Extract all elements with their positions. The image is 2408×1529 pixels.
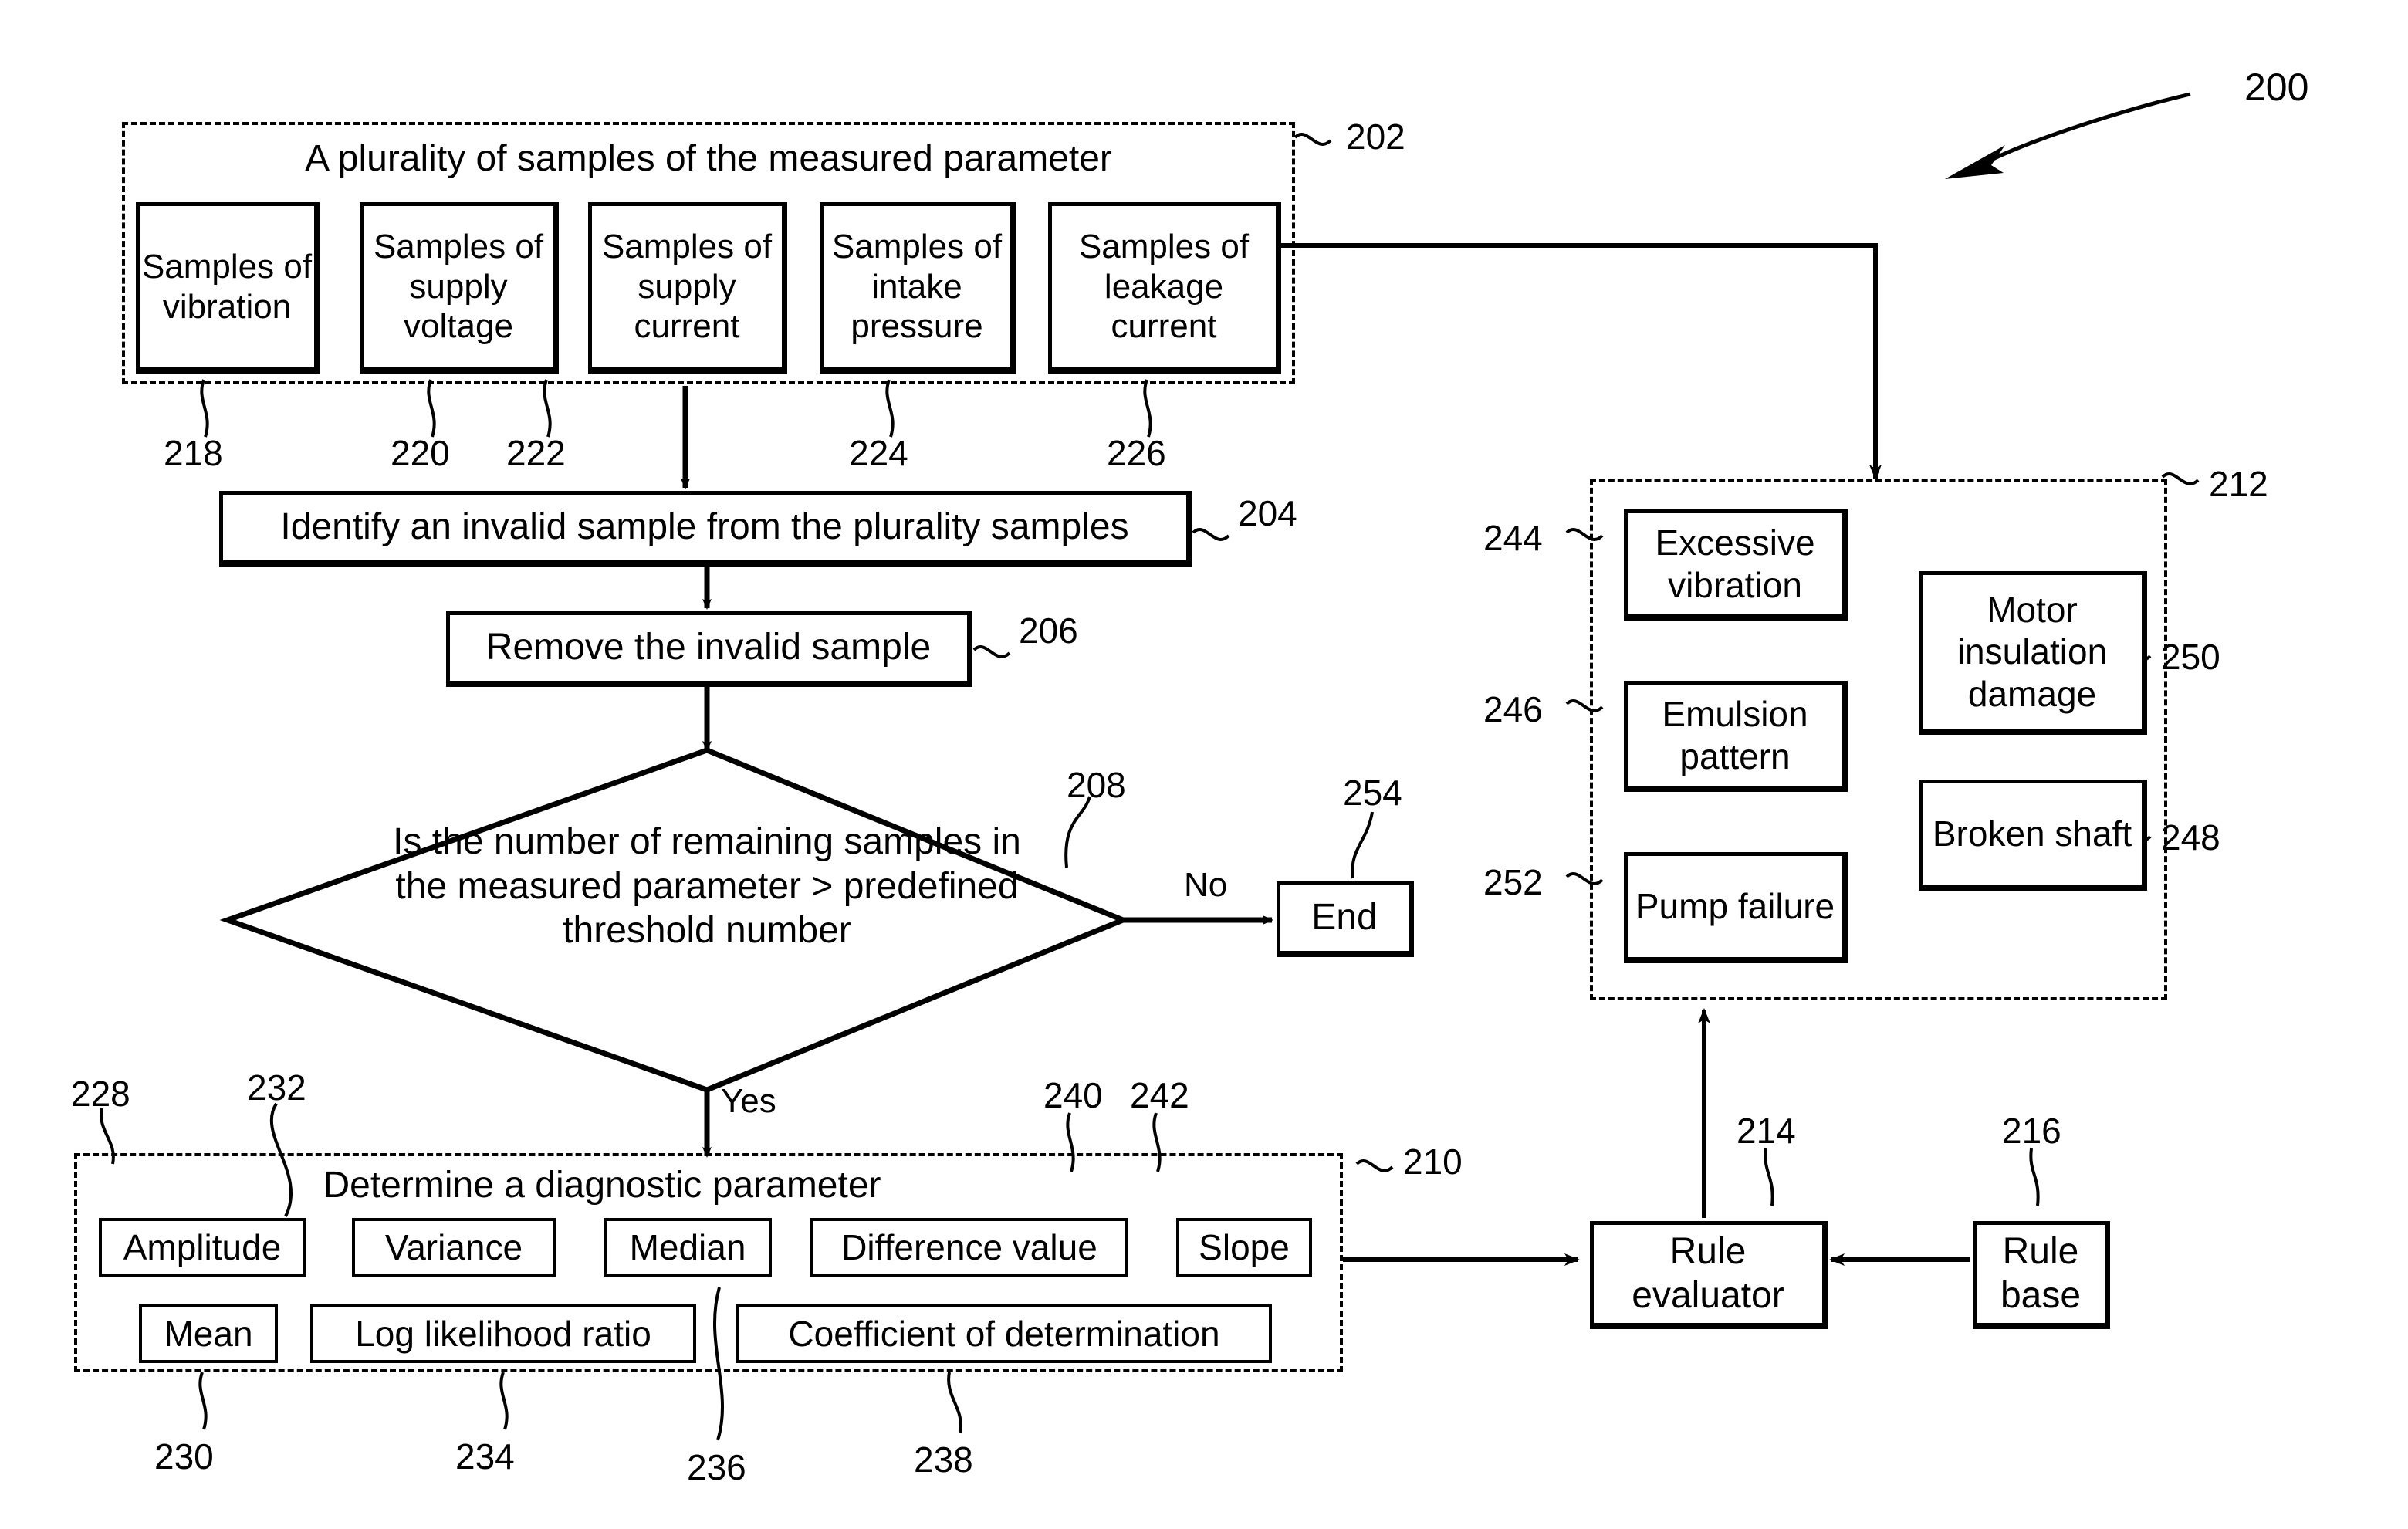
rule-evaluator-box[interactable]: Rule evaluator bbox=[1590, 1221, 1828, 1329]
diagnostic-box-difference-value[interactable]: Difference value bbox=[810, 1218, 1128, 1277]
samples-box-vibration-label: Samples of vibration bbox=[141, 247, 313, 326]
diagnostic-box-coefficient-of-determination-label: Coefficient of determination bbox=[788, 1313, 1220, 1354]
diagnostic-box-variance[interactable]: Variance bbox=[352, 1218, 556, 1277]
step-end[interactable]: End bbox=[1277, 881, 1414, 957]
ref-208: 208 bbox=[1067, 765, 1126, 805]
diagnostic-box-variance-label: Variance bbox=[384, 1226, 523, 1267]
fault-box-excessive-vibration-label: Excessive vibration bbox=[1655, 523, 1815, 605]
samples-box-supply-current[interactable]: Samples of supply current bbox=[588, 202, 787, 374]
diagnostic-box-amplitude[interactable]: Amplitude bbox=[99, 1218, 306, 1277]
ref-202: 202 bbox=[1346, 117, 1405, 157]
step-remove-invalid-sample-label: Remove the invalid sample bbox=[485, 627, 932, 668]
diagnostic-box-log-likelihood-ratio-label: Log likelihood ratio bbox=[355, 1313, 651, 1354]
ref-250: 250 bbox=[2161, 637, 2220, 677]
diagnostic-box-median[interactable]: Median bbox=[604, 1218, 772, 1277]
ref-230: 230 bbox=[154, 1436, 214, 1477]
diagnostic-box-coefficient-of-determination[interactable]: Coefficient of determination bbox=[736, 1304, 1272, 1363]
ref-254: 254 bbox=[1343, 773, 1402, 813]
ref-216: 216 bbox=[2002, 1111, 2061, 1151]
diagnostic-box-mean[interactable]: Mean bbox=[139, 1304, 278, 1363]
ref-248: 248 bbox=[2161, 817, 2220, 858]
ref-244: 244 bbox=[1483, 518, 1543, 558]
samples-box-vibration[interactable]: Samples of vibration bbox=[136, 202, 320, 374]
ref-242: 242 bbox=[1130, 1075, 1189, 1115]
fault-box-emulsion-pattern-label: Emulsion pattern bbox=[1662, 694, 1808, 776]
samples-box-supply-current-label: Samples of supply current bbox=[601, 227, 773, 346]
ref-206: 206 bbox=[1019, 611, 1078, 651]
rule-base-label: Rule base bbox=[2000, 1230, 2082, 1316]
fault-box-excessive-vibration[interactable]: Excessive vibration bbox=[1624, 509, 1848, 621]
decision-yes-branch-label: Yes bbox=[721, 1082, 776, 1120]
ref-220: 220 bbox=[391, 433, 450, 473]
fault-box-motor-insulation-damage[interactable]: Motor insulation damage bbox=[1919, 571, 2147, 735]
step-remove-invalid-sample[interactable]: Remove the invalid sample bbox=[446, 611, 972, 687]
diagnostic-box-slope-label: Slope bbox=[1199, 1226, 1290, 1267]
samples-box-supply-voltage[interactable]: Samples of supply voltage bbox=[360, 202, 559, 374]
ref-210: 210 bbox=[1403, 1142, 1463, 1182]
samples-box-supply-voltage-label: Samples of supply voltage bbox=[373, 227, 544, 346]
decision-threshold-label: Is the number of remaining samples in th… bbox=[393, 821, 1021, 952]
fault-box-broken-shaft-label: Broken shaft bbox=[1932, 814, 2132, 854]
fault-box-pump-failure[interactable]: Pump failure bbox=[1624, 852, 1848, 963]
ref-252: 252 bbox=[1483, 862, 1543, 902]
diagnostic-box-mean-label: Mean bbox=[164, 1313, 253, 1354]
samples-box-leakage-current-label: Samples of leakage current bbox=[1078, 227, 1250, 346]
ref-234: 234 bbox=[455, 1436, 515, 1477]
decision-no-branch-label: No bbox=[1184, 866, 1228, 904]
fault-box-emulsion-pattern[interactable]: Emulsion pattern bbox=[1624, 681, 1848, 792]
fault-box-motor-insulation-damage-label: Motor insulation damage bbox=[1956, 590, 2108, 714]
figure-number-200: 200 bbox=[2244, 66, 2309, 109]
ref-236: 236 bbox=[687, 1447, 746, 1487]
step-end-label: End bbox=[1311, 897, 1378, 939]
rule-evaluator-label: Rule evaluator bbox=[1632, 1230, 1784, 1316]
fault-box-pump-failure-label: Pump failure bbox=[1635, 886, 1835, 927]
samples-group-title: A plurality of samples of the measured p… bbox=[305, 138, 1112, 179]
samples-box-intake-pressure[interactable]: Samples of intake pressure bbox=[820, 202, 1016, 374]
ref-246: 246 bbox=[1483, 689, 1543, 729]
step-identify-invalid-sample-label: Identify an invalid sample from the plur… bbox=[280, 506, 1129, 548]
samples-box-intake-pressure-label: Samples of intake pressure bbox=[831, 227, 1003, 346]
ref-226: 226 bbox=[1107, 433, 1166, 473]
fault-box-broken-shaft[interactable]: Broken shaft bbox=[1919, 780, 2147, 891]
step-identify-invalid-sample[interactable]: Identify an invalid sample from the plur… bbox=[219, 491, 1192, 567]
patent-figure-200: A plurality of samples of the measured p… bbox=[0, 0, 2408, 1529]
ref-228: 228 bbox=[71, 1074, 130, 1114]
diagnostic-box-slope[interactable]: Slope bbox=[1176, 1218, 1312, 1277]
ref-224: 224 bbox=[849, 433, 908, 473]
ref-212: 212 bbox=[2209, 464, 2268, 504]
rule-base-box[interactable]: Rule base bbox=[1973, 1221, 2110, 1329]
ref-232: 232 bbox=[247, 1067, 306, 1108]
ref-222: 222 bbox=[506, 433, 566, 473]
ref-218: 218 bbox=[164, 433, 223, 473]
ref-240: 240 bbox=[1043, 1075, 1103, 1115]
diagnostic-box-amplitude-label: Amplitude bbox=[123, 1226, 282, 1267]
samples-box-leakage-current[interactable]: Samples of leakage current bbox=[1048, 202, 1281, 374]
diagnostic-box-median-label: Median bbox=[629, 1226, 746, 1267]
ref-214: 214 bbox=[1737, 1111, 1796, 1151]
diagnostic-box-difference-value-label: Difference value bbox=[841, 1226, 1097, 1267]
ref-204: 204 bbox=[1238, 493, 1297, 533]
diagnostic-group-title: Determine a diagnostic parameter bbox=[323, 1165, 881, 1206]
diagnostic-box-log-likelihood-ratio[interactable]: Log likelihood ratio bbox=[310, 1304, 696, 1363]
ref-238: 238 bbox=[914, 1439, 973, 1480]
